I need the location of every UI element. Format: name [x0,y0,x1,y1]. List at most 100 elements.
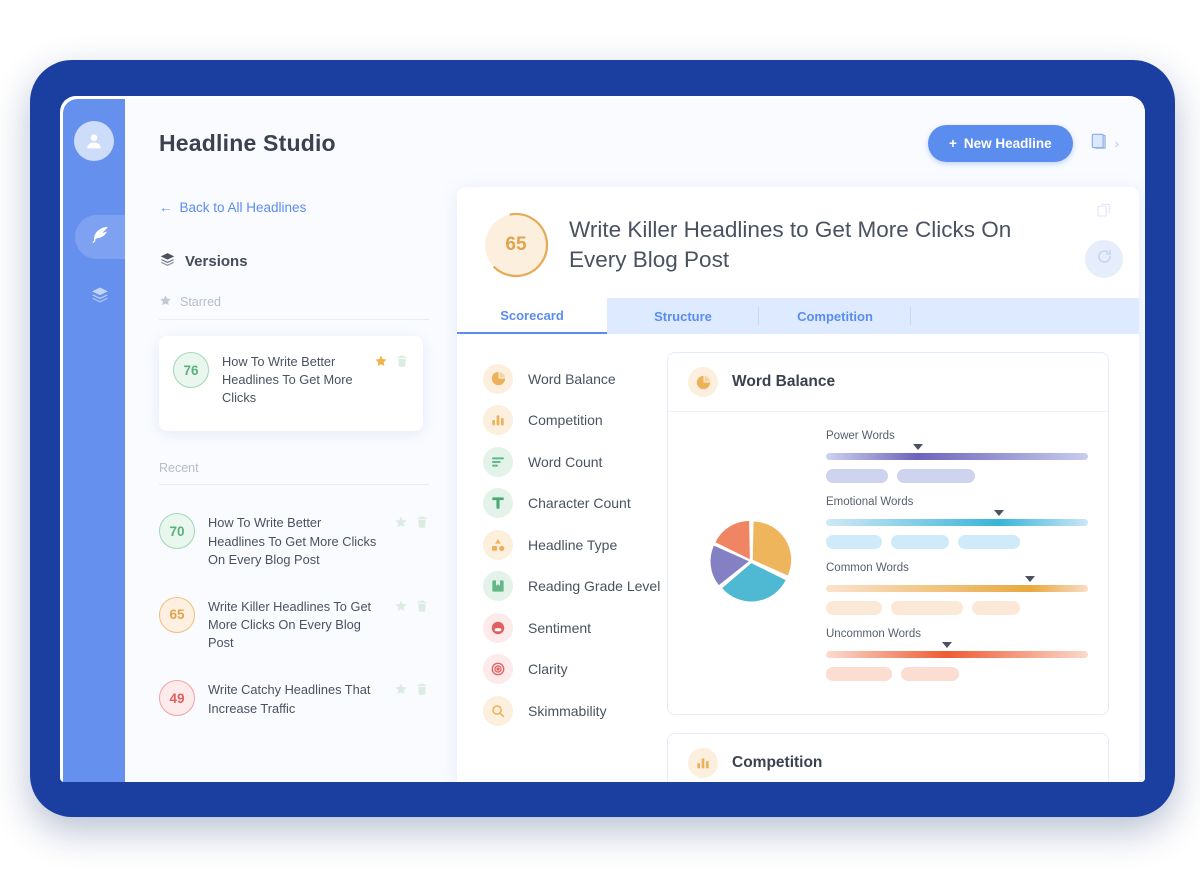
book-icon [1089,131,1109,156]
word-chip [901,667,959,681]
version-list-item[interactable]: 49 Write Catchy Headlines That Increase T… [159,666,429,717]
headline-score-circle: 65 [483,212,549,278]
version-actions [394,597,429,618]
bar-marker [912,444,923,450]
app-window: Headline Studio + New Headline › ← Back … [63,99,1145,782]
copy-icon[interactable] [1095,201,1113,224]
guide-book-button[interactable]: › [1089,131,1119,156]
version-title: Write Killer Headlines To Get More Click… [208,598,372,651]
device-frame: Headline Studio + New Headline › ← Back … [30,60,1175,817]
bar-track [826,519,1088,526]
versions-heading-label: Versions [185,253,248,270]
panel-header: Word Balance [668,353,1108,412]
word-chip [891,535,949,549]
metric-item-clarity[interactable]: Clarity [483,649,667,691]
feather-pen-icon [90,224,111,250]
version-actions [394,513,429,534]
word-chip [826,535,882,549]
bar-marker [941,642,952,648]
panel-header: Competition [668,734,1108,782]
metric-panels: Word Balance Power Words Emotional Words C… [667,352,1139,782]
headline-title: Write Killer Headlines to Get More Click… [569,217,1012,272]
star-icon[interactable] [394,599,408,618]
word-chips [826,667,1088,681]
star-icon[interactable] [394,515,408,534]
plus-icon: + [948,135,957,151]
bar-track [826,453,1088,460]
trash-icon[interactable] [395,354,409,373]
left-nav-rail [63,99,125,782]
layers-stack-icon [90,285,110,310]
star-icon [159,294,172,310]
starred-group-label: Starred [159,294,429,320]
rescore-button[interactable] [1085,240,1123,278]
version-title: How To Write Better Headlines To Get Mor… [208,515,377,567]
trash-icon[interactable] [415,515,429,534]
recent-label-text: Recent [159,461,199,476]
bar-chart-icon [688,748,718,778]
star-icon[interactable] [394,682,408,701]
competition-panel: Competition [667,733,1109,782]
metric-label: Reading Grade Level [528,578,661,595]
pie-chart [710,520,792,602]
headline-detail-card: 65 Write Killer Headlines to Get More Cl… [457,187,1139,782]
metric-item-skimmability[interactable]: Skimmability [483,690,667,732]
pie-chart-icon [483,363,513,394]
metric-item-headline-type[interactable]: Headline Type [483,524,667,566]
version-score: 65 [159,596,195,633]
tab-competition[interactable]: Competition [759,298,911,334]
version-actions [374,352,409,373]
word-balance-pie [686,428,816,694]
metric-label: Sentiment [528,619,592,636]
new-headline-button[interactable]: + New Headline [927,124,1073,162]
metric-label: Clarity [528,661,568,678]
version-title: Write Catchy Headlines That Increase Tra… [208,682,371,716]
recent-group-label: Recent [159,461,429,486]
refresh-icon [1095,247,1114,271]
trash-icon[interactable] [415,599,429,618]
version-title: How To Write Better Headlines To Get Mor… [222,354,353,406]
rail-item-feather[interactable] [75,215,125,259]
version-score: 76 [173,352,209,388]
starred-list: 76 How To Write Better Headlines To Get M… [159,336,443,432]
word-chip [972,601,1020,615]
version-list-item[interactable]: 65 Write Killer Headlines To Get More Cli… [159,583,429,652]
bar-track [826,651,1088,658]
user-avatar-icon[interactable] [74,121,114,161]
starred-label-text: Starred [180,295,221,309]
metric-item-sentiment[interactable]: Sentiment [483,607,667,649]
target-icon [483,654,513,685]
magnifier-icon [483,695,513,726]
detail-column: 65 Write Killer Headlines to Get More Cl… [443,187,1145,782]
back-to-all-headlines-link[interactable]: ← Back to All Headlines [159,200,306,215]
metric-item-competition[interactable]: Competition [483,400,667,442]
metric-item-character-count[interactable]: Character Count [483,483,667,525]
word-chip [826,667,892,681]
tab-structure[interactable]: Structure [607,298,759,334]
version-list-item[interactable]: 70 How To Write Better Headlines To Get M… [159,499,429,568]
word-chip [826,601,882,615]
bar-label: Uncommon Words [826,628,922,640]
word-balance-group: Uncommon Words [826,628,1088,681]
score-ring [483,212,549,278]
metric-item-word-balance[interactable]: Word Balance [483,358,667,400]
recent-list: 70 How To Write Better Headlines To Get M… [159,499,443,717]
word-chips [826,535,1088,549]
chevron-right-icon: › [1114,135,1119,151]
rail-item-layers[interactable] [75,275,125,319]
bar-track [826,585,1088,592]
trash-icon[interactable] [415,682,429,701]
tab-scorecard[interactable]: Scorecard [457,298,607,334]
new-headline-label: New Headline [963,135,1052,151]
version-card-starred[interactable]: 76 How To Write Better Headlines To Get M… [159,336,423,432]
shapes-icon [483,529,513,560]
versions-sidebar: ← Back to All Headlines Versions Starred… [125,187,443,782]
metric-item-word-count[interactable]: Word Count [483,441,667,483]
star-icon[interactable] [374,354,388,373]
arrow-left-icon: ← [159,200,173,215]
word-balance-bars: Power Words Emotional Words Common Words Un… [826,428,1088,694]
panel-body: Power Words Emotional Words Common Words Un… [668,412,1108,714]
version-score: 70 [159,513,195,550]
metric-label: Skimmability [528,702,607,719]
metric-item-reading-grade-level[interactable]: Reading Grade Level [483,566,667,608]
